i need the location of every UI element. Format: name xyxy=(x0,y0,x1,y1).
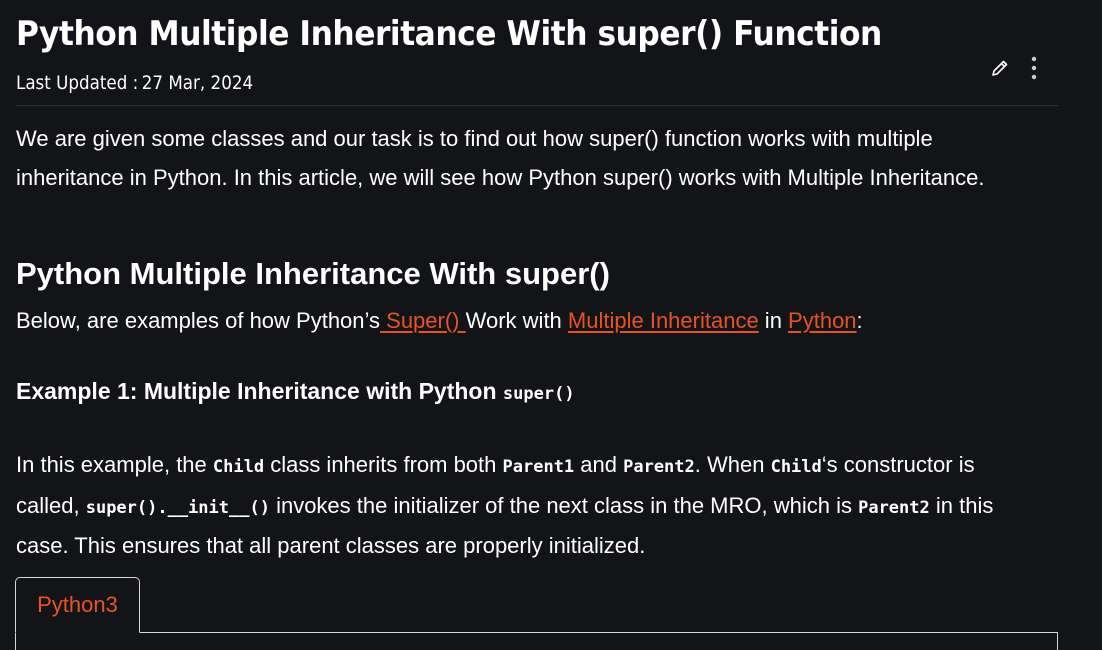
examples-intro-text-2: Work with xyxy=(465,308,568,333)
inline-code-parent1: Parent1 xyxy=(502,457,575,477)
examples-intro-colon: : xyxy=(856,308,863,333)
last-updated-date: 27 Mar, 2024 xyxy=(141,72,254,94)
last-updated: Last Updated :27 Mar, 2024 xyxy=(16,72,253,94)
title-divider xyxy=(16,105,1058,106)
inline-code-parent2: Parent2 xyxy=(623,457,695,477)
inline-code-child: Child xyxy=(212,457,265,477)
example-1-explanation: In this example, the Child class inherit… xyxy=(16,446,1026,566)
vertical-dots-icon[interactable] xyxy=(1024,56,1044,80)
tab-python3[interactable]: Python3 xyxy=(15,577,140,633)
inline-code-parent2-2: Parent2 xyxy=(858,497,930,518)
explain-text-4: . When xyxy=(694,452,771,477)
article-page: Python Multiple Inheritance With super()… xyxy=(0,0,1102,650)
last-updated-label: Last Updated : xyxy=(16,72,139,94)
examples-intro-text: Below, are examples of how Python’s xyxy=(16,308,381,333)
inline-code-child-2: Child xyxy=(770,457,822,477)
explain-text-3: and xyxy=(574,452,624,477)
article-title: Python Multiple Inheritance With super()… xyxy=(16,14,882,54)
example-1-heading: Example 1: Multiple Inheritance with Pyt… xyxy=(16,378,575,405)
explain-text-6: invokes the initializer of the next clas… xyxy=(269,492,859,518)
example-1-heading-text: Example 1: Multiple Inheritance with Pyt… xyxy=(16,378,503,404)
examples-intro-paragraph: Below, are examples of how Python’s Supe… xyxy=(16,302,1026,341)
pencil-icon[interactable] xyxy=(990,56,1010,80)
code-block xyxy=(15,632,1058,650)
super-link[interactable]: Super() xyxy=(380,308,466,333)
python-link[interactable]: Python xyxy=(788,308,857,333)
explain-text-2: class inherits from both xyxy=(264,452,503,477)
explain-text-1: In this example, the xyxy=(16,452,213,477)
intro-paragraph: We are given some classes and our task i… xyxy=(16,126,985,190)
example-1-heading-code: super() xyxy=(502,384,575,404)
section-heading: Python Multiple Inheritance With super() xyxy=(16,256,610,291)
article-actions xyxy=(990,56,1044,80)
examples-intro-text-3: in xyxy=(758,308,789,333)
inline-code-super-init: super().__init__() xyxy=(85,497,270,518)
multiple-inheritance-link[interactable]: Multiple Inheritance xyxy=(568,308,759,333)
